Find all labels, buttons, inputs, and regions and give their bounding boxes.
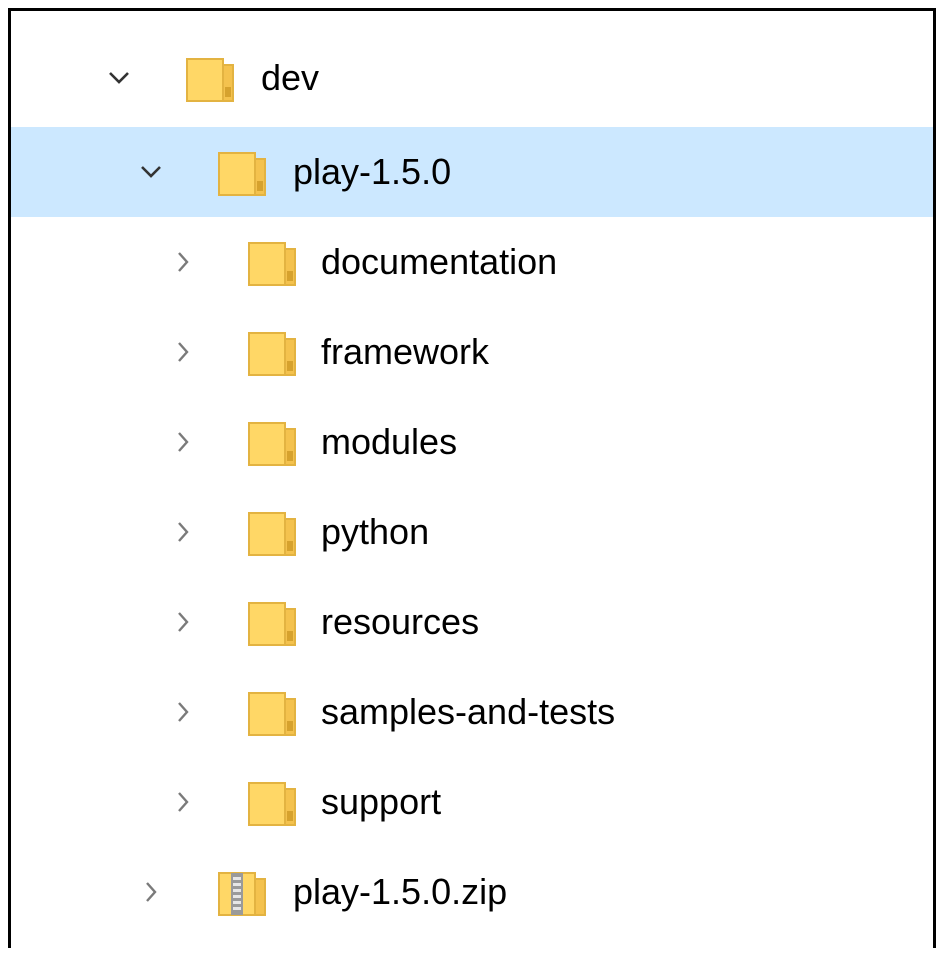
- tree-item-label: framework: [321, 331, 490, 372]
- folder-icon: [183, 51, 239, 107]
- chevron-right-icon[interactable]: [163, 217, 203, 307]
- tree-item-support[interactable]: support: [11, 757, 933, 847]
- chevron-right-icon[interactable]: [163, 757, 203, 847]
- chevron-right-icon[interactable]: [163, 577, 203, 667]
- folder-icon: [245, 235, 301, 291]
- folder-icon: [245, 415, 301, 471]
- folder-icon: [215, 145, 271, 201]
- tree-item-samples-and-tests[interactable]: samples-and-tests: [11, 667, 933, 757]
- navigation-tree-pane: dev play-1.5.0 documentation framework m…: [8, 8, 936, 948]
- tree-item-label: play-1.5.0: [293, 151, 452, 192]
- tree-item-documentation[interactable]: documentation: [11, 217, 933, 307]
- folder-icon: [245, 325, 301, 381]
- tree-item-dev[interactable]: dev: [11, 33, 933, 123]
- tree-item-label: python: [321, 511, 430, 552]
- tree-item-label: support: [321, 781, 442, 822]
- folder-icon: [245, 595, 301, 651]
- tree-item-label: documentation: [321, 241, 558, 282]
- folder-icon: [245, 505, 301, 561]
- tree-item-resources[interactable]: resources: [11, 577, 933, 667]
- chevron-down-icon[interactable]: [99, 33, 139, 123]
- tree-item-label: resources: [321, 601, 480, 642]
- chevron-right-icon[interactable]: [163, 487, 203, 577]
- tree-item-framework[interactable]: framework: [11, 307, 933, 397]
- tree-item-python[interactable]: python: [11, 487, 933, 577]
- tree-item-play-1-5-0[interactable]: play-1.5.0: [11, 127, 933, 217]
- tree-item-play-1-5-0-zip[interactable]: play-1.5.0.zip: [11, 847, 933, 937]
- tree-item-modules[interactable]: modules: [11, 397, 933, 487]
- tree-item-label: samples-and-tests: [321, 691, 616, 732]
- tree-item-label: modules: [321, 421, 458, 462]
- chevron-right-icon[interactable]: [131, 847, 171, 937]
- folder-icon: [245, 775, 301, 831]
- tree-item-label: play-1.5.0.zip: [293, 871, 508, 912]
- folder-icon: [245, 685, 301, 741]
- zip-folder-icon: [215, 865, 271, 921]
- chevron-down-icon[interactable]: [131, 127, 171, 217]
- chevron-right-icon[interactable]: [163, 397, 203, 487]
- chevron-right-icon[interactable]: [163, 667, 203, 757]
- tree-item-label: dev: [261, 57, 320, 98]
- chevron-right-icon[interactable]: [163, 307, 203, 397]
